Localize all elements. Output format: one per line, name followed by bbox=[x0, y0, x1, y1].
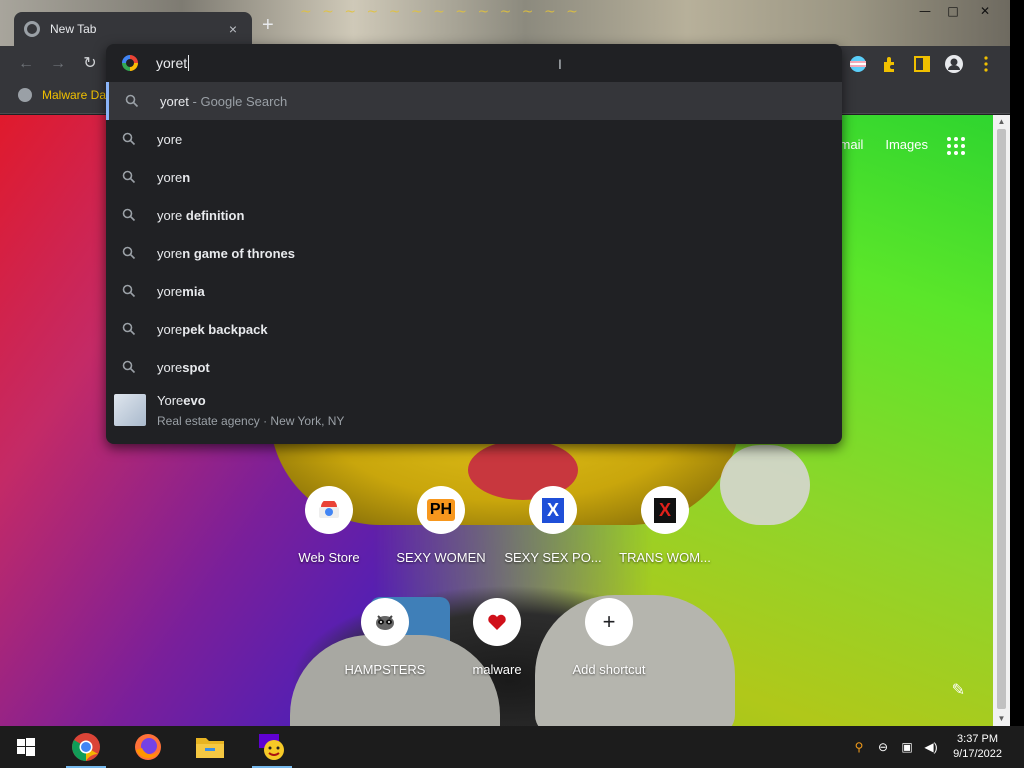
suggestion-text: yoren bbox=[157, 169, 191, 185]
system-clock[interactable]: 3:37 PM 9/17/2022 bbox=[953, 732, 1002, 762]
suggestion-text: yorespot bbox=[157, 359, 210, 375]
tab-new-tab[interactable]: New Tab × bbox=[14, 12, 252, 46]
shortcut-label: SEXY WOMEN bbox=[396, 550, 486, 565]
search-icon bbox=[122, 208, 136, 222]
yahoo-emoji-icon bbox=[259, 734, 284, 760]
scroll-up-icon[interactable]: ▲ bbox=[993, 115, 1010, 129]
suggestion-row[interactable]: yorespot bbox=[106, 348, 842, 386]
windows-logo-icon bbox=[17, 738, 35, 756]
minimize-button[interactable]: — bbox=[910, 2, 940, 20]
clock-date: 9/17/2022 bbox=[953, 748, 1002, 760]
ph-icon: PH bbox=[417, 486, 465, 534]
suggestion-text: yore definition bbox=[157, 207, 245, 223]
reload-icon[interactable]: ↻ bbox=[78, 52, 102, 76]
screen: ~ ~ ~ ~ ~ ~ ~ ~ ~ ~ ~ ~ ~ New Tab × + — … bbox=[0, 0, 1024, 768]
shortcut-malware[interactable]: malware bbox=[441, 598, 553, 677]
heart-icon bbox=[473, 598, 521, 646]
bookmark-label: Malware Da bbox=[42, 88, 107, 102]
menu-kebab-icon[interactable] bbox=[976, 54, 996, 74]
search-icon bbox=[122, 132, 136, 146]
taskbar-file-explorer[interactable] bbox=[186, 726, 234, 768]
side-panel-icon[interactable] bbox=[912, 54, 932, 74]
search-tray-icon[interactable]: ⚲ bbox=[851, 739, 867, 755]
text-cursor-icon: I bbox=[558, 56, 562, 72]
address-bar[interactable]: yoret I bbox=[106, 44, 842, 82]
shortcut-label: TRANS WOM... bbox=[619, 550, 711, 565]
taskbar-firefox[interactable] bbox=[124, 726, 172, 768]
entity-suggestion[interactable]: Yoreevo Real estate agency · New York, N… bbox=[106, 386, 842, 436]
shortcut-hampsters[interactable]: HAMPSTERS bbox=[329, 598, 441, 677]
x-blue-icon: X bbox=[529, 486, 577, 534]
tab-close-icon[interactable]: × bbox=[224, 21, 242, 37]
search-icon bbox=[122, 170, 136, 184]
title-bar[interactable]: ~ ~ ~ ~ ~ ~ ~ ~ ~ ~ ~ ~ ~ New Tab × + — … bbox=[0, 0, 1010, 46]
shortcut-label: Add shortcut bbox=[572, 662, 646, 677]
forward-icon[interactable]: → bbox=[46, 52, 70, 76]
search-icon bbox=[122, 322, 136, 336]
entity-description: Real estate agency · New York, NY bbox=[157, 414, 345, 428]
tab-favicon-icon bbox=[24, 21, 40, 37]
search-icon bbox=[125, 94, 139, 108]
maximize-button[interactable]: □ bbox=[938, 2, 968, 20]
bookmark-item[interactable]: Malware Da bbox=[18, 88, 106, 102]
suggestion-row[interactable]: yore definition bbox=[106, 196, 842, 234]
entity-thumbnail bbox=[114, 394, 146, 426]
raccoon-icon bbox=[361, 598, 409, 646]
globe-icon bbox=[18, 88, 32, 102]
add-shortcut-button[interactable]: + Add shortcut bbox=[553, 598, 665, 677]
address-input[interactable]: yoret bbox=[156, 55, 189, 71]
close-window-button[interactable]: ✕ bbox=[970, 2, 1000, 20]
entity-name: Yoreevo bbox=[157, 393, 206, 408]
extensions-icon[interactable] bbox=[880, 54, 900, 74]
shortcut-label: SEXY SEX PO... bbox=[504, 550, 602, 565]
new-tab-button[interactable]: + bbox=[262, 14, 274, 37]
shortcut-label: HAMPSTERS bbox=[344, 662, 426, 677]
customize-pencil-icon[interactable]: ✎ bbox=[952, 680, 965, 700]
suggestion-row[interactable]: yoren bbox=[106, 158, 842, 196]
volume-icon[interactable]: ◀) bbox=[923, 739, 939, 755]
page-scrollbar[interactable]: ▲ ▼ bbox=[993, 115, 1010, 726]
taskbar-chrome[interactable] bbox=[62, 726, 110, 768]
chrome-icon bbox=[72, 733, 100, 761]
suggestion-row[interactable]: yoret - Google Search bbox=[106, 82, 842, 120]
suggestion-row[interactable]: yore bbox=[106, 120, 842, 158]
suggestion-row[interactable]: yoremia bbox=[106, 272, 842, 310]
suggestion-row[interactable]: yoren game of thrones bbox=[106, 234, 842, 272]
tray-circle-icon[interactable]: ⊖ bbox=[875, 739, 891, 755]
shortcut-label: Web Store bbox=[298, 550, 360, 565]
suggestion-text: yorepek backpack bbox=[157, 321, 268, 337]
shortcut-sexy-women[interactable]: PH SEXY WOMEN bbox=[385, 486, 497, 565]
omnibox-dropdown: yoret I yoret - Google Search yore yoren… bbox=[106, 44, 842, 444]
taskbar-yahoo-app[interactable] bbox=[248, 726, 296, 768]
start-button[interactable] bbox=[2, 726, 50, 768]
search-icon bbox=[122, 360, 136, 374]
shortcut-trans-wom[interactable]: X TRANS WOM... bbox=[609, 486, 721, 565]
search-icon bbox=[122, 246, 136, 260]
shortcut-web-store[interactable]: Web Store bbox=[273, 486, 385, 565]
clock-time: 3:37 PM bbox=[957, 733, 999, 745]
profile-flag-icon[interactable] bbox=[848, 54, 868, 74]
suggestion-text: yoret - Google Search bbox=[160, 93, 288, 109]
tab-title: New Tab bbox=[50, 22, 97, 36]
windows-taskbar: ⚲ ⊖ ▣ ◀) 3:37 PM 9/17/2022 bbox=[0, 726, 1024, 768]
suggestion-row[interactable]: yorepek backpack bbox=[106, 310, 842, 348]
scroll-down-icon[interactable]: ▼ bbox=[993, 712, 1010, 726]
back-icon[interactable]: ← bbox=[14, 52, 38, 76]
suggestion-text: yoremia bbox=[157, 283, 205, 299]
account-avatar-icon[interactable] bbox=[944, 54, 964, 74]
shortcut-label: malware bbox=[472, 662, 522, 677]
shortcut-sexy-sex-po[interactable]: X SEXY SEX PO... bbox=[497, 486, 609, 565]
suggestion-text: yoren game of thrones bbox=[157, 245, 295, 261]
search-icon bbox=[122, 284, 136, 298]
scroll-thumb[interactable] bbox=[997, 129, 1006, 709]
google-g-icon bbox=[122, 55, 138, 71]
webstore-icon bbox=[305, 486, 353, 534]
firefox-icon bbox=[135, 734, 161, 760]
theme-scribble: ~ ~ ~ ~ ~ ~ ~ ~ ~ ~ ~ ~ ~ bbox=[300, 4, 581, 20]
x-red-icon: X bbox=[641, 486, 689, 534]
plus-icon: + bbox=[585, 598, 633, 646]
suggestion-text: yore bbox=[157, 131, 183, 147]
folder-icon bbox=[196, 738, 224, 758]
network-icon[interactable]: ▣ bbox=[899, 739, 915, 755]
